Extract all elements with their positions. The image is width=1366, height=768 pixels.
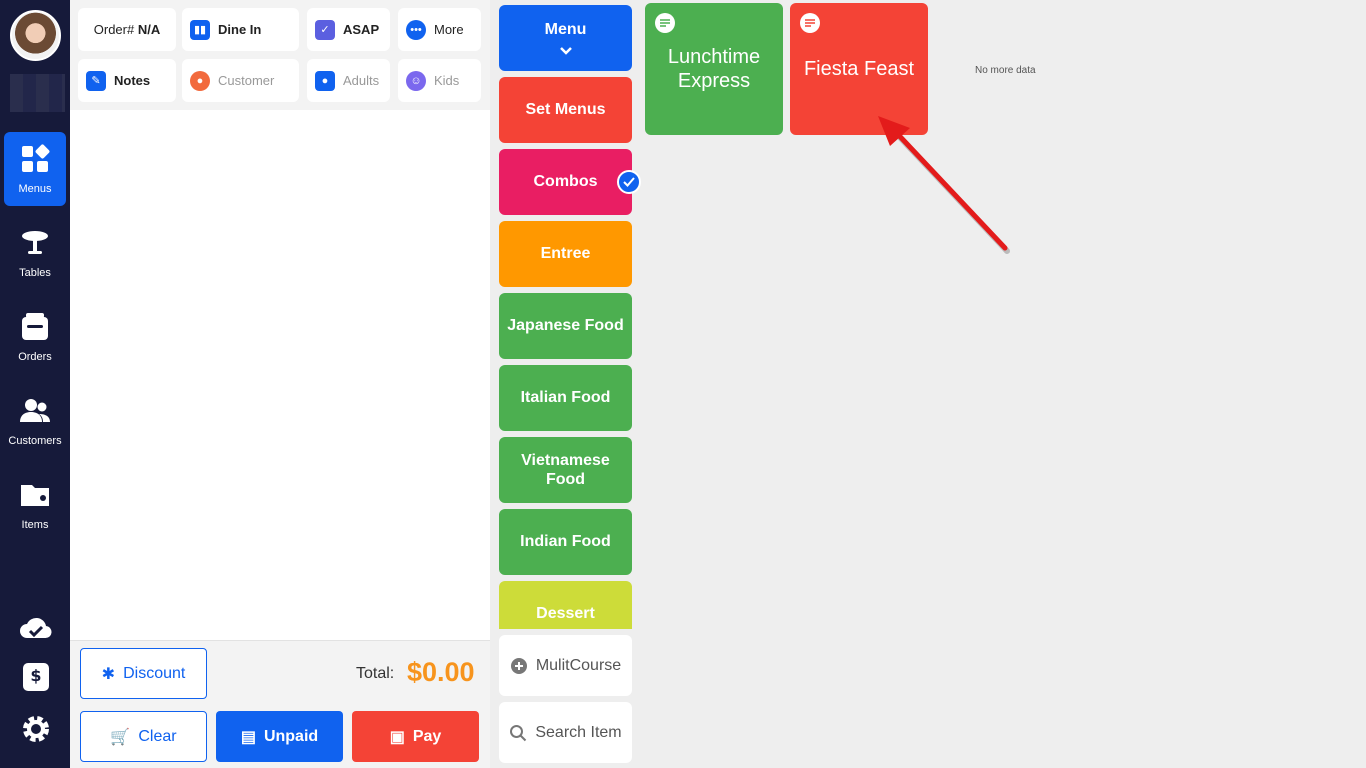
item-label: Lunchtime Express: [667, 46, 761, 92]
multicourse-label: MulitCourse: [535, 656, 622, 674]
pointer-arrow-annotation: [878, 116, 1010, 254]
discount-label: Discount: [123, 664, 186, 682]
clear-button[interactable]: 🛒 Clear: [80, 711, 207, 762]
user-avatar[interactable]: [10, 10, 61, 61]
nav-item-menus[interactable]: Menus: [4, 132, 66, 206]
category-menu[interactable]: Menu: [499, 5, 632, 71]
category-label: Japanese Food: [507, 317, 624, 335]
pencil-icon: ✎: [86, 70, 106, 91]
nav-item-items[interactable]: Items: [4, 468, 66, 542]
nav-label: Orders: [18, 351, 52, 363]
dine-in-icon: ▮▮: [190, 19, 210, 40]
menus-icon: [22, 144, 50, 172]
customer-label: Customer: [218, 73, 275, 88]
category-label: Indian Food: [520, 533, 611, 551]
notes-label: Notes: [114, 73, 151, 88]
nav-label: Tables: [19, 267, 51, 279]
item-label: Fiesta Feast: [803, 58, 915, 80]
search-item-button[interactable]: Search Item: [499, 702, 632, 763]
kids-label: Kids: [434, 73, 460, 88]
category-label: Combos: [533, 173, 598, 191]
cloud-check-icon[interactable]: [18, 610, 54, 646]
document-icon: ▤: [240, 728, 256, 746]
unpaid-label: Unpaid: [263, 727, 319, 745]
nav-label: Menus: [18, 183, 52, 195]
category-indian-food[interactable]: Indian Food: [499, 509, 632, 575]
category-label: Set Menus: [525, 101, 606, 119]
gear-icon[interactable]: [18, 711, 54, 747]
asap-label: ASAP: [343, 22, 380, 37]
items-folder-icon: [21, 485, 49, 506]
discount-button[interactable]: ✱ Discount: [80, 648, 207, 699]
kid-icon: ☺: [406, 70, 426, 91]
cart-x-icon: 🛒: [110, 728, 131, 746]
store-logo: [10, 74, 65, 112]
pay-label: Pay: [412, 727, 442, 745]
customers-icon: [20, 399, 50, 422]
wallet-icon: ▣: [389, 728, 405, 746]
customer-icon: ●: [190, 70, 210, 91]
category-label: Vietnamese Food: [521, 451, 610, 488]
nav-item-orders[interactable]: Orders: [4, 300, 66, 374]
kids-chip[interactable]: ☺ Kids: [398, 59, 481, 102]
customer-chip[interactable]: ● Customer: [182, 59, 299, 102]
category-vietnamese-food[interactable]: Vietnamese Food: [499, 437, 632, 503]
pay-button[interactable]: ▣ Pay: [352, 711, 479, 762]
no-more-data-text: No more data: [975, 65, 1036, 76]
total-row: ✱ Discount Total: $0.00: [70, 640, 490, 704]
selected-check-icon: [617, 170, 641, 194]
more-dots-icon: •••: [406, 19, 426, 40]
multicourse-button[interactable]: MulitCourse: [499, 635, 632, 696]
order-number-value: N/A: [137, 22, 161, 37]
calendar-check-icon: ✓: [315, 19, 335, 40]
category-label: Dessert: [536, 604, 595, 622]
total-label: Total:: [356, 665, 395, 682]
order-number-chip[interactable]: Order# N/A: [78, 8, 176, 51]
discount-icon: ✱: [101, 665, 116, 683]
order-number-label: Order#: [93, 22, 135, 37]
category-combos[interactable]: Combos: [499, 149, 632, 215]
cash-register-icon[interactable]: $: [18, 659, 54, 695]
search-item-label: Search Item: [535, 723, 622, 741]
more-chip[interactable]: ••• More: [398, 8, 481, 51]
note-icon: [655, 13, 675, 33]
category-dessert[interactable]: Dessert: [499, 581, 632, 629]
notes-chip[interactable]: ✎ Notes: [78, 59, 176, 102]
total-value: $0.00: [407, 657, 475, 687]
category-label: Entree: [540, 245, 591, 263]
adults-label: Adults: [343, 73, 380, 88]
dine-in-chip[interactable]: ▮▮ Dine In: [182, 8, 299, 51]
adults-chip[interactable]: ● Adults: [307, 59, 390, 102]
category-set-menus[interactable]: Set Menus: [499, 77, 632, 143]
order-panel: Order# N/A ▮▮ Dine In ✓ ASAP ••• More ✎ …: [70, 0, 490, 768]
nav-label: Customers: [8, 435, 62, 447]
plus-circle-icon: [510, 657, 527, 674]
item-lunchtime-express[interactable]: Lunchtime Express: [645, 3, 783, 135]
category-japanese-food[interactable]: Japanese Food: [499, 293, 632, 359]
table-icon: [22, 231, 48, 254]
clear-label: Clear: [138, 727, 177, 745]
side-nav: Menus Tables Orders Customers Items $: [0, 0, 70, 768]
nav-label: Items: [21, 519, 49, 531]
category-italian-food[interactable]: Italian Food: [499, 365, 632, 431]
more-label: More: [434, 22, 464, 37]
search-icon: [510, 724, 527, 741]
svg-text:$: $: [30, 666, 41, 685]
category-label: Menu: [544, 21, 587, 39]
nav-item-customers[interactable]: Customers: [4, 384, 66, 458]
orders-icon: [22, 313, 48, 340]
asap-chip[interactable]: ✓ ASAP: [307, 8, 390, 51]
dine-in-label: Dine In: [218, 22, 262, 37]
order-item-list[interactable]: [70, 110, 490, 640]
chevron-down-icon: [559, 46, 572, 55]
adult-icon: ●: [315, 70, 335, 91]
note-icon: [800, 13, 820, 33]
category-label: Italian Food: [520, 389, 611, 407]
nav-item-tables[interactable]: Tables: [4, 216, 66, 290]
unpaid-button[interactable]: ▤ Unpaid: [216, 711, 343, 762]
category-entree[interactable]: Entree: [499, 221, 632, 287]
